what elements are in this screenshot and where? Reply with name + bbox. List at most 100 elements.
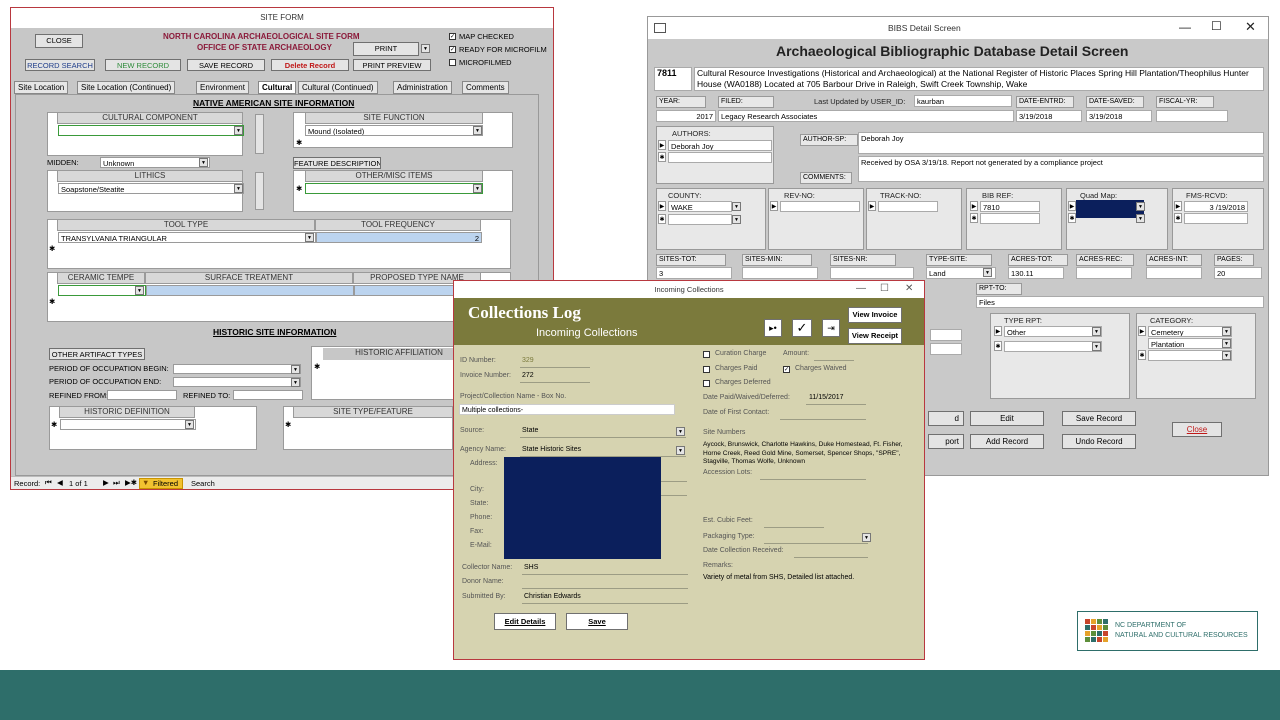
chevron-down-icon[interactable]: ▼ [862, 533, 871, 542]
charges-waived-checkbox[interactable]: ✓ [783, 366, 790, 373]
chevron-down-icon[interactable]: ▼ [732, 202, 741, 211]
new-record-button[interactable]: NEW RECORD [105, 59, 181, 71]
ready-microfilm-checkbox[interactable]: ✓ [449, 46, 456, 53]
comments-field[interactable]: Received by OSA 3/19/18. Report not gene… [858, 156, 1264, 182]
partial-button[interactable]: port [928, 434, 964, 449]
bib-ref-field[interactable]: 7810 [980, 201, 1040, 212]
chevron-down-icon[interactable]: ▼ [1136, 214, 1145, 223]
date-saved-field[interactable]: 3/19/2018 [1086, 110, 1152, 122]
first-record-icon[interactable]: ⏮ [45, 478, 52, 488]
other-misc-field[interactable] [305, 183, 483, 194]
print-preview-button[interactable]: PRINT PREVIEW [353, 59, 431, 71]
ceramic-temper-field[interactable] [58, 285, 146, 296]
author-sp-field[interactable]: Deborah Joy [858, 132, 1264, 154]
chevron-down-icon[interactable]: ▼ [234, 126, 243, 135]
add-record-button[interactable]: Add Record [970, 434, 1044, 449]
last-record-icon[interactable]: ⏭ [113, 478, 120, 488]
partial-button[interactable]: d [928, 411, 964, 426]
edit-button[interactable]: Edit [970, 411, 1044, 426]
sites-nr-field[interactable] [830, 267, 914, 279]
acres-rec-field[interactable] [1076, 267, 1132, 279]
author-field[interactable]: Deborah Joy [668, 140, 772, 151]
minimize-icon[interactable]: — [856, 283, 866, 294]
print-dropdown[interactable]: ▼ [421, 44, 430, 53]
reference-title[interactable]: Cultural Resource Investigations (Histor… [694, 67, 1264, 91]
edit-details-button[interactable]: Edit Details [494, 613, 556, 630]
acres-int-field[interactable] [1146, 267, 1202, 279]
new-record-icon[interactable]: ▶✱ [125, 478, 137, 487]
record-search-button[interactable]: RECORD SEARCH [25, 59, 95, 71]
filed-field[interactable]: Legacy Research Associates [718, 110, 1014, 122]
acres-tot-field[interactable]: 130.11 [1008, 267, 1064, 279]
midden-field[interactable]: Unknown [100, 157, 210, 168]
microfilmed-checkbox[interactable] [449, 59, 456, 66]
year-field[interactable]: 2017 [656, 110, 716, 122]
minimize-icon[interactable]: — [1179, 20, 1191, 34]
charges-deferred-checkbox[interactable] [703, 380, 710, 387]
chevron-down-icon[interactable]: ▼ [199, 158, 208, 167]
check-icon[interactable]: ✓ [792, 319, 812, 337]
historic-definition-field[interactable] [60, 419, 196, 430]
scrollbar[interactable] [255, 172, 264, 210]
search-box[interactable]: Search [191, 479, 237, 488]
cultural-component-field[interactable] [58, 125, 244, 136]
chevron-down-icon[interactable]: ▼ [1222, 351, 1231, 360]
tool-frequency-field[interactable]: 2 [316, 232, 482, 243]
sites-min-field[interactable] [742, 267, 818, 279]
curation-charge-checkbox[interactable] [703, 351, 710, 358]
county-new-field[interactable] [668, 214, 732, 225]
save-record-button[interactable]: SAVE RECORD [187, 59, 265, 71]
tab-site-location[interactable]: Site Location [14, 81, 69, 94]
chevron-down-icon[interactable]: ▼ [185, 420, 194, 429]
chevron-down-icon[interactable]: ▼ [1222, 339, 1231, 348]
maximize-icon[interactable]: ☐ [1211, 19, 1222, 33]
maximize-icon[interactable]: ☐ [880, 283, 889, 294]
tab-cultural-continued[interactable]: Cultural (Continued) [298, 81, 378, 94]
partial-field[interactable] [930, 329, 962, 341]
chevron-down-icon[interactable]: ▼ [291, 365, 300, 374]
category-field-1[interactable]: Cemetery [1148, 326, 1232, 337]
undo-record-button[interactable]: Undo Record [1062, 434, 1136, 449]
chevron-down-icon[interactable]: ▼ [1222, 327, 1231, 336]
other-artifact-button[interactable]: OTHER ARTIFACT TYPES [49, 348, 145, 360]
tab-comments[interactable]: Comments [462, 81, 509, 94]
sites-tot-field[interactable]: 3 [656, 267, 732, 279]
save-button[interactable]: Save [566, 613, 628, 630]
surface-treatment-field[interactable] [146, 285, 354, 296]
author-new-field[interactable] [668, 152, 772, 163]
close-button[interactable]: CLOSE [35, 34, 83, 48]
map-checked-checkbox[interactable]: ✓ [449, 33, 456, 40]
chevron-down-icon[interactable]: ▼ [1092, 327, 1101, 336]
user-id-field[interactable]: kaurban [914, 95, 1012, 107]
save-record-button[interactable]: Save Record [1062, 411, 1136, 426]
chevron-down-icon[interactable]: ▼ [234, 184, 243, 193]
bib-ref-new-field[interactable] [980, 213, 1040, 224]
category-new-field[interactable] [1148, 350, 1232, 361]
previous-record-icon[interactable]: ◀ [57, 478, 63, 487]
chevron-down-icon[interactable]: ▼ [1092, 342, 1101, 351]
navigate-icon[interactable]: ▸• [764, 319, 782, 337]
period-end-field[interactable] [173, 377, 301, 387]
track-no-field[interactable] [878, 201, 938, 212]
chevron-down-icon[interactable]: ▼ [473, 184, 482, 193]
delete-record-button[interactable]: Delete Record [271, 59, 349, 71]
chevron-down-icon[interactable]: ▼ [1136, 202, 1145, 211]
chevron-down-icon[interactable]: ▼ [305, 233, 314, 242]
tab-site-location-continued[interactable]: Site Location (Continued) [77, 81, 176, 94]
tool-type-field[interactable]: TRANSYLVANIA TRIANGULAR [58, 232, 316, 243]
partial-field[interactable] [930, 343, 962, 355]
chevron-down-icon[interactable]: ▼ [676, 427, 685, 436]
date-entrd-field[interactable]: 3/19/2018 [1016, 110, 1082, 122]
tab-cultural[interactable]: Cultural [258, 81, 297, 94]
pages-field[interactable]: 20 [1214, 267, 1262, 279]
chevron-down-icon[interactable]: ▼ [676, 446, 685, 455]
scrollbar[interactable] [255, 114, 264, 154]
charges-paid-checkbox[interactable] [703, 366, 710, 373]
refined-from-field[interactable] [107, 390, 177, 400]
next-record-icon[interactable]: ▶ [103, 478, 109, 487]
source-value[interactable]: State [522, 427, 538, 434]
period-begin-field[interactable] [173, 364, 301, 374]
fms-rcvd-field[interactable]: 3 /19/2018 [1184, 201, 1248, 212]
fms-rcvd-new-field[interactable] [1184, 213, 1248, 224]
chevron-down-icon[interactable]: ▼ [983, 268, 992, 277]
